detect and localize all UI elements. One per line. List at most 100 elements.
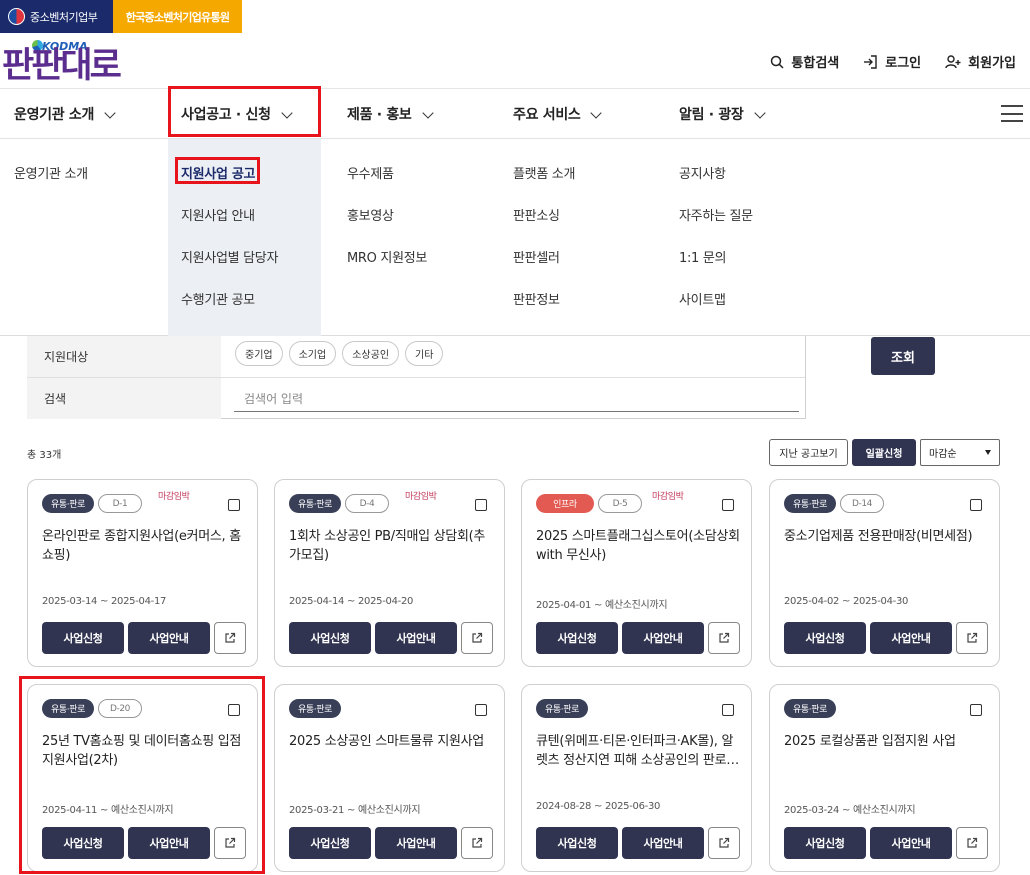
- filter-target-label: 지원대상: [27, 336, 221, 377]
- select-checkbox[interactable]: [970, 704, 982, 716]
- nav-about-label: 운영기관 소개: [14, 107, 95, 123]
- card-title[interactable]: 2025 소상공인 스마트물류 지원사업: [289, 732, 494, 751]
- notice-card[interactable]: 유통·판로 D-1 마감임박 온라인판로 종합지원사업(e커머스, 홈쇼핑) 20…: [27, 479, 258, 667]
- select-checkbox[interactable]: [722, 704, 734, 716]
- site-logo[interactable]: KODMA 판판대로: [2, 38, 127, 88]
- card-title[interactable]: 큐텐(위메프·티몬·인터파크·AK몰), 알렛츠 정산지연 피해 소상공인의 판…: [536, 732, 741, 770]
- info-button[interactable]: 사업안내: [375, 622, 457, 654]
- signup-link[interactable]: 회원가입: [945, 52, 1016, 71]
- notice-card[interactable]: 유통·판로 2025 소상공인 스마트물류 지원사업 2025-03-21 ~ …: [274, 684, 505, 872]
- menu-item-notices[interactable]: 공지사항: [679, 163, 726, 182]
- apply-button[interactable]: 사업신청: [289, 827, 371, 859]
- apply-button[interactable]: 사업신청: [784, 827, 866, 859]
- menu-item-promo-video[interactable]: 홍보영상: [347, 205, 394, 224]
- card-title[interactable]: 2025 스마트플래그십스토어(소담상회 with 무신사): [536, 527, 741, 565]
- apply-button[interactable]: 사업신청: [289, 622, 371, 654]
- search-input[interactable]: [234, 386, 799, 412]
- login-link-label: 로그인: [885, 56, 922, 71]
- menu-item-support-guide[interactable]: 지원사업 안내: [181, 205, 255, 224]
- external-link-icon[interactable]: [956, 622, 988, 654]
- external-link-icon[interactable]: [214, 827, 246, 859]
- menu-item-platform[interactable]: 플랫폼 소개: [513, 163, 575, 182]
- apply-button[interactable]: 사업신청: [42, 827, 124, 859]
- menu-item-sitemap[interactable]: 사이트맵: [679, 289, 726, 308]
- menu-item-about[interactable]: 운영기관 소개: [14, 163, 88, 182]
- notice-card[interactable]: 유통·판로 큐텐(위메프·티몬·인터파크·AK몰), 알렛츠 정산지연 피해 소…: [521, 684, 752, 872]
- sort-select[interactable]: 마감순: [920, 439, 1000, 466]
- ministry-link[interactable]: 중소벤처기업부: [0, 0, 113, 33]
- category-badge: 유통·판로: [784, 494, 836, 513]
- apply-button[interactable]: 사업신청: [42, 622, 124, 654]
- info-button[interactable]: 사업안내: [622, 622, 704, 654]
- select-checkbox[interactable]: [722, 499, 734, 511]
- external-link-icon[interactable]: [708, 622, 740, 654]
- notice-card[interactable]: 인프라 D-5 마감임박 2025 스마트플래그십스토어(소담상회 with 무신…: [521, 479, 752, 667]
- notice-card[interactable]: 유통·판로 D-4 마감임박 1회차 소상공인 PB/직매입 상담회(추가모집) …: [274, 479, 505, 667]
- card-title[interactable]: 온라인판로 종합지원사업(e커머스, 홈쇼핑): [42, 527, 247, 565]
- chip-etc[interactable]: 기타: [405, 341, 444, 366]
- user-plus-icon: [945, 54, 961, 68]
- apply-button[interactable]: 사업신청: [536, 827, 618, 859]
- nav-notice[interactable]: 알림 · 광장: [679, 89, 766, 139]
- info-button[interactable]: 사업안내: [870, 622, 952, 654]
- info-button[interactable]: 사업안내: [128, 622, 210, 654]
- card-title[interactable]: 중소기업제품 전용판매장(비면세점): [784, 527, 989, 546]
- card-title[interactable]: 2025 로컬상품관 입점지원 사업: [784, 732, 989, 751]
- notice-card[interactable]: 유통·판로 D-20 25년 TV홈쇼핑 및 데이터홈쇼핑 입점지원사업(2차) …: [27, 684, 258, 872]
- apply-button[interactable]: 사업신청: [784, 622, 866, 654]
- category-badge: 유통·판로: [289, 494, 341, 513]
- card-period: 2025-04-01 ~ 예산소진시까지: [536, 600, 668, 611]
- select-checkbox[interactable]: [228, 499, 240, 511]
- external-link-icon[interactable]: [461, 827, 493, 859]
- dday-badge: D-4: [344, 494, 389, 513]
- nav-product-label: 제품 · 홍보: [347, 107, 412, 123]
- menu-item-info[interactable]: 판판정보: [513, 289, 560, 308]
- chip-medium[interactable]: 중기업: [235, 341, 283, 366]
- card-period: 2025-04-02 ~ 2025-04-30: [784, 596, 909, 607]
- login-link[interactable]: 로그인: [863, 52, 921, 71]
- nav-services-label: 주요 서비스: [513, 107, 581, 123]
- notice-card[interactable]: 유통·판로 D-14 중소기업제품 전용판매장(비면세점) 2025-04-02 …: [769, 479, 1000, 667]
- info-button[interactable]: 사업안내: [870, 827, 952, 859]
- menu-item-sourcing[interactable]: 판판소싱: [513, 205, 560, 224]
- card-title[interactable]: 25년 TV홈쇼핑 및 데이터홈쇼핑 입점지원사업(2차): [42, 732, 247, 770]
- nav-services[interactable]: 주요 서비스: [513, 89, 603, 139]
- external-link-icon[interactable]: [956, 827, 988, 859]
- chip-micro[interactable]: 소상공인: [342, 341, 400, 366]
- menu-item-faq[interactable]: 자주하는 질문: [679, 205, 753, 224]
- menu-item-support-contacts[interactable]: 지원사업별 담당자: [181, 247, 278, 266]
- select-checkbox[interactable]: [228, 704, 240, 716]
- menu-item-seller[interactable]: 판판셀러: [513, 247, 560, 266]
- nav-business[interactable]: 사업공고 · 신청: [181, 89, 293, 139]
- menu-item-support-notice[interactable]: 지원사업 공고: [181, 163, 255, 182]
- external-link-icon[interactable]: [708, 827, 740, 859]
- card-title[interactable]: 1회차 소상공인 PB/직매입 상담회(추가모집): [289, 527, 494, 565]
- menu-item-inquiry[interactable]: 1:1 문의: [679, 247, 726, 266]
- select-checkbox[interactable]: [475, 499, 487, 511]
- search-link[interactable]: 통합검색: [770, 52, 839, 71]
- card-period: 2025-03-14 ~ 2025-04-17: [42, 596, 167, 607]
- nav-about[interactable]: 운영기관 소개: [14, 89, 116, 139]
- bulk-apply-button[interactable]: 일괄신청: [852, 439, 916, 466]
- select-checkbox[interactable]: [475, 704, 487, 716]
- menu-item-agency-recruit[interactable]: 수행기관 공모: [181, 289, 255, 308]
- menu-item-best-products[interactable]: 우수제품: [347, 163, 394, 182]
- filter-row-target: 지원대상 중기업 소기업 소상공인 기타: [27, 336, 805, 377]
- agency-link[interactable]: 한국중소벤처기업유통원: [113, 0, 242, 33]
- menu-icon[interactable]: [1001, 105, 1023, 122]
- menu-item-mro[interactable]: MRO 지원정보: [347, 247, 427, 266]
- past-notices-button[interactable]: 지난 공고보기: [769, 439, 848, 466]
- query-button[interactable]: 조회: [871, 337, 935, 375]
- apply-button[interactable]: 사업신청: [536, 622, 618, 654]
- info-button[interactable]: 사업안내: [375, 827, 457, 859]
- search-link-label: 통합검색: [791, 56, 840, 71]
- info-button[interactable]: 사업안내: [622, 827, 704, 859]
- external-link-icon[interactable]: [461, 622, 493, 654]
- notice-card[interactable]: 유통·판로 2025 로컬상품관 입점지원 사업 2025-03-24 ~ 예산…: [769, 684, 1000, 872]
- external-link-icon[interactable]: [214, 622, 246, 654]
- category-badge: 유통·판로: [536, 699, 588, 718]
- info-button[interactable]: 사업안내: [128, 827, 210, 859]
- nav-product[interactable]: 제품 · 홍보: [347, 89, 434, 139]
- select-checkbox[interactable]: [970, 499, 982, 511]
- chip-small[interactable]: 소기업: [288, 341, 337, 366]
